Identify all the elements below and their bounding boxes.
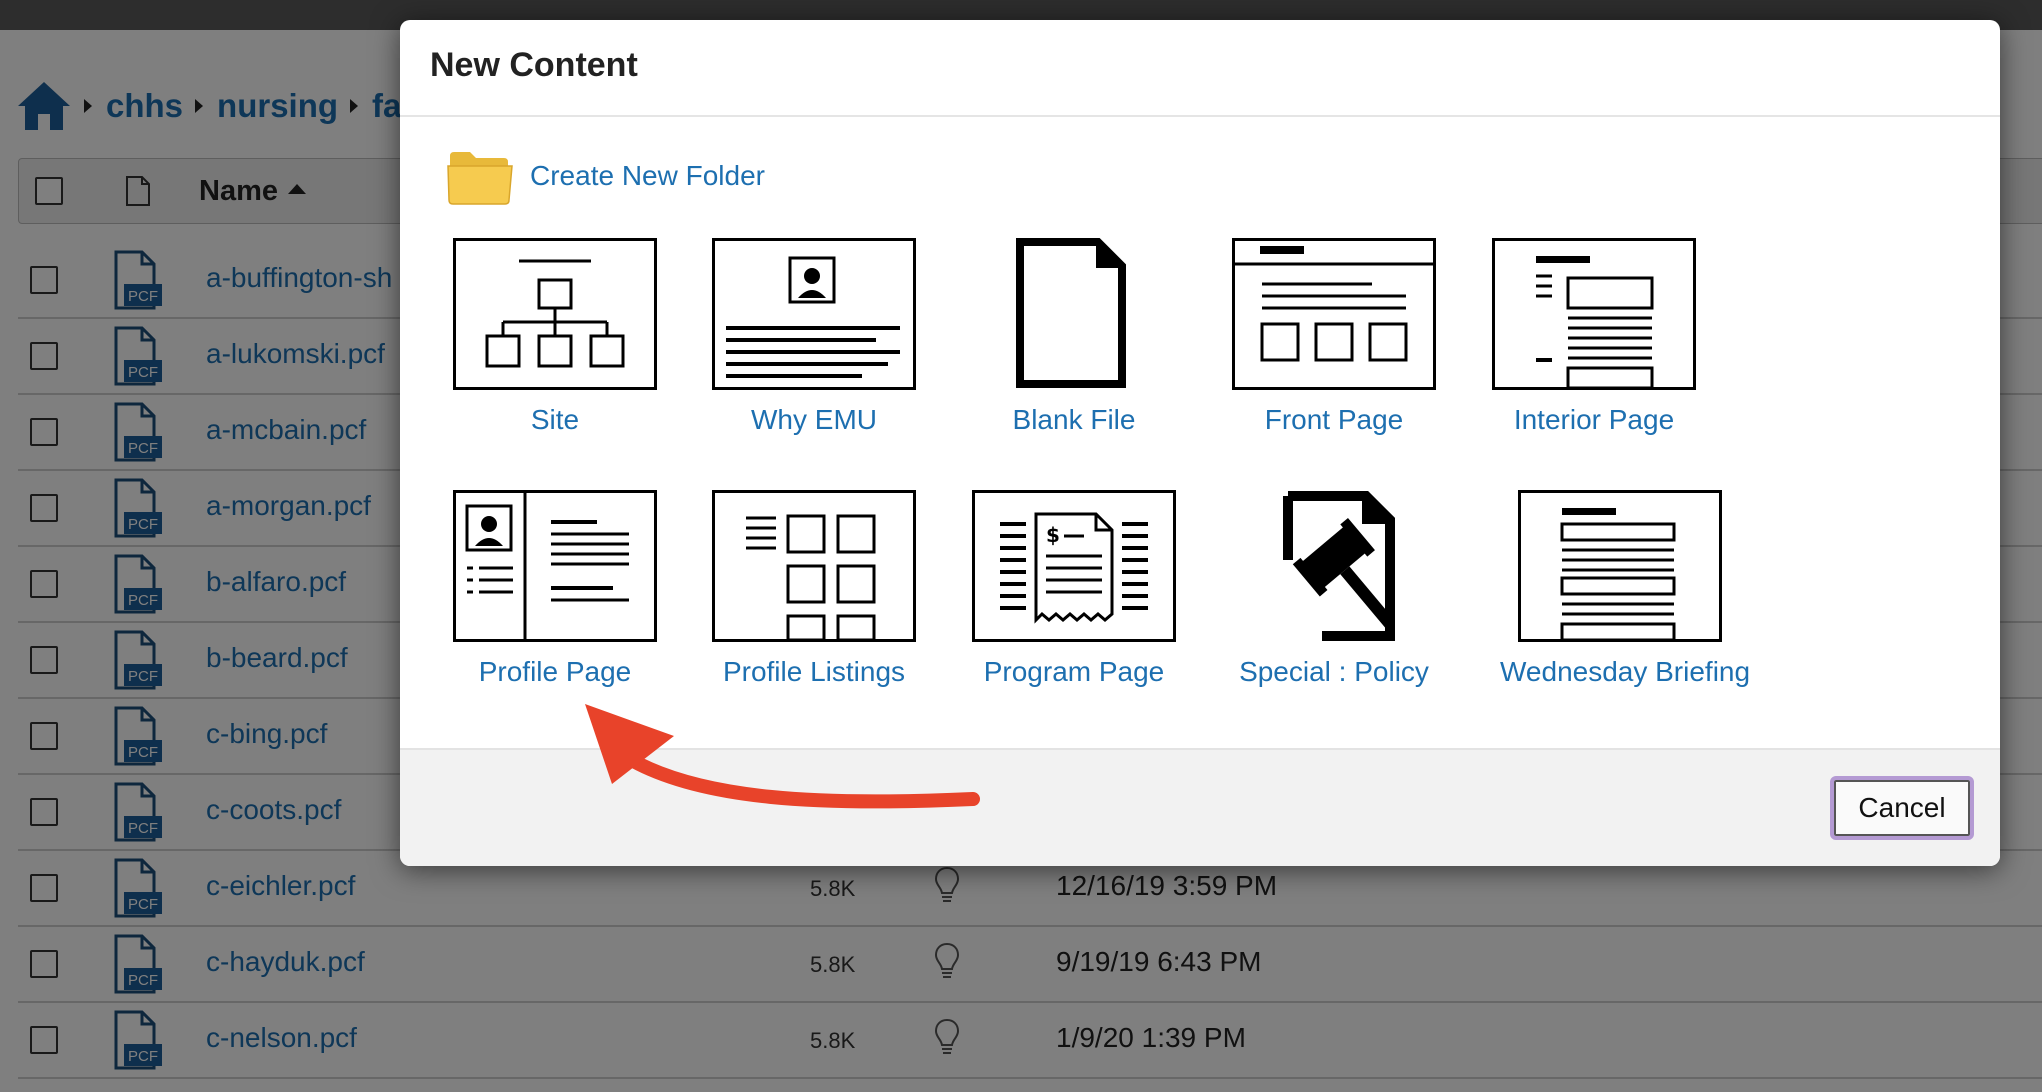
annotation-arrow: [585, 704, 980, 809]
